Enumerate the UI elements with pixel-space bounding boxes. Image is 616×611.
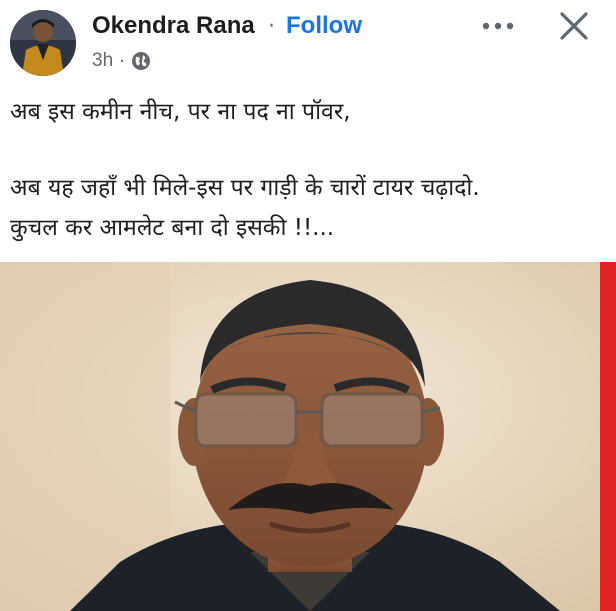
post-meta: 3h · xyxy=(92,50,151,72)
meta-dot: · xyxy=(119,50,125,72)
man-portrait-image xyxy=(0,262,616,611)
facebook-post: Okendra Rana · Follow 3h · अब इस कमीन नी… xyxy=(0,0,616,611)
more-options-icon[interactable] xyxy=(476,12,520,40)
name-follow-separator: · xyxy=(268,14,275,39)
post-text-line: अब इस कमीन नीच, पर ना पद ना पॉवर, xyxy=(10,99,351,125)
post-timestamp[interactable]: 3h xyxy=(92,50,113,72)
follow-button[interactable]: Follow xyxy=(286,12,362,40)
post-photo[interactable] xyxy=(0,262,616,611)
close-icon[interactable] xyxy=(556,8,592,44)
red-edge-bar xyxy=(600,262,616,611)
post-header: Okendra Rana · Follow 3h · xyxy=(0,0,616,90)
post-text-line: कुचल कर आमलेट बना दो इसकी !!... xyxy=(10,215,335,241)
post-text-line: अब यह जहाँ भी मिले-इस पर गाड़ी के चारों … xyxy=(10,175,480,201)
post-text: अब इस कमीन नीच, पर ना पद ना पॉवर, अब यह … xyxy=(10,92,605,248)
globe-icon[interactable] xyxy=(131,51,151,71)
avatar-image xyxy=(10,10,76,76)
author-name[interactable]: Okendra Rana xyxy=(92,12,255,40)
avatar[interactable] xyxy=(10,10,76,76)
